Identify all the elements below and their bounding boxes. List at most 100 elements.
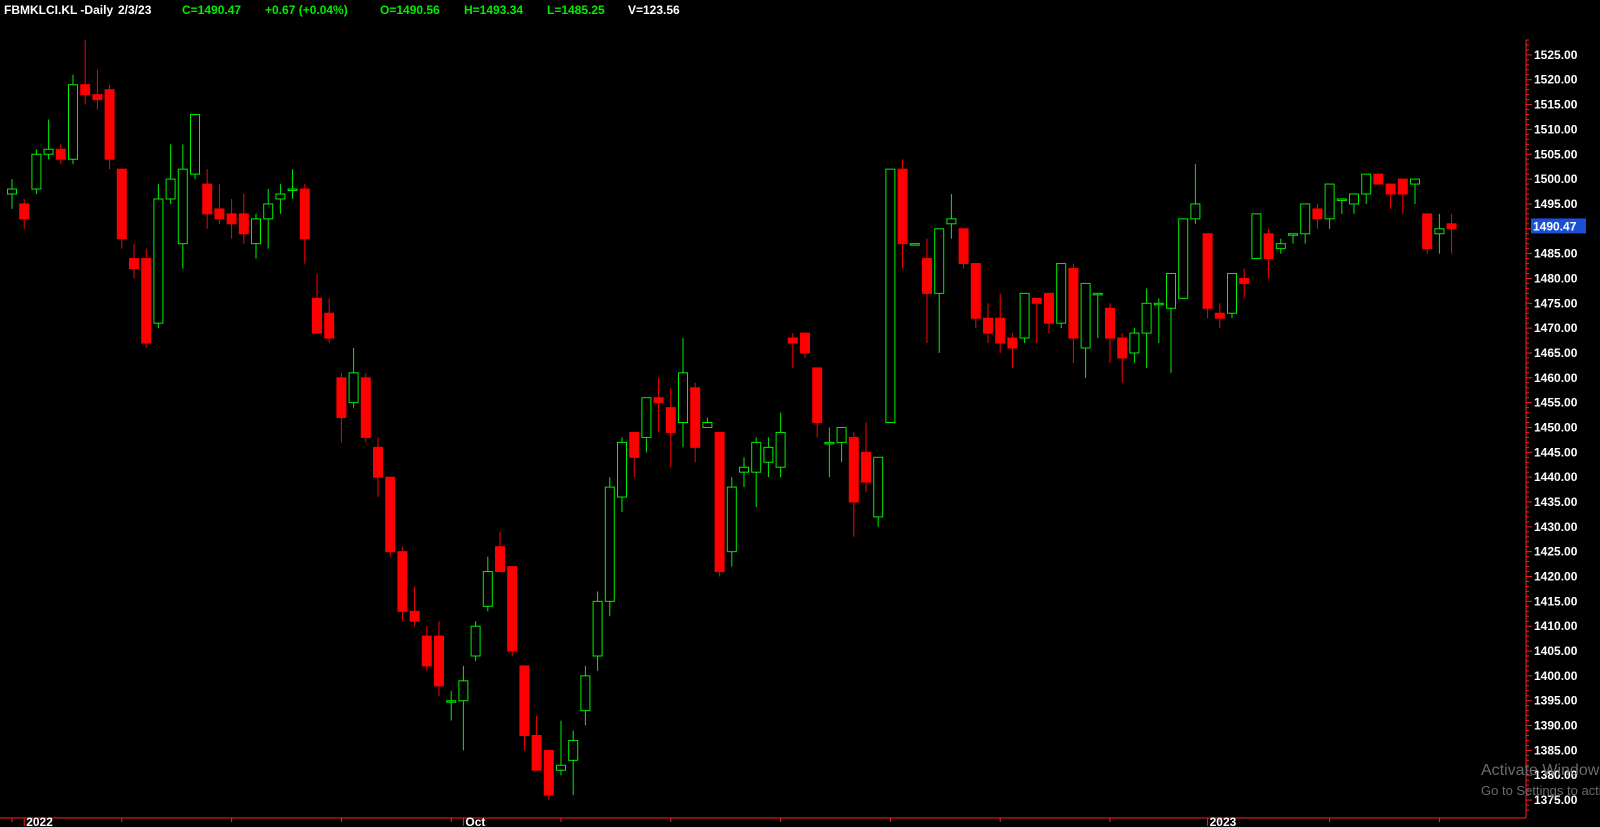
price-tick-label: 1465.00: [1534, 346, 1578, 360]
price-tick-label: 1435.00: [1534, 495, 1578, 509]
candle-body: [1178, 218, 1189, 299]
candle-body: [873, 456, 884, 518]
candle-body: [531, 734, 542, 771]
candle-body: [885, 168, 896, 424]
price-tick-label: 1515.00: [1534, 98, 1578, 112]
price-tick-label: 1400.00: [1534, 669, 1578, 683]
candle-body: [568, 739, 579, 761]
price-tick-label: 1390.00: [1534, 719, 1578, 733]
candle-body: [946, 218, 957, 225]
candle-body: [726, 486, 737, 553]
price-tick-label: 1500.00: [1534, 172, 1578, 186]
price-tick-label: 1505.00: [1534, 147, 1578, 161]
candle-body: [1324, 183, 1335, 220]
candle-body: [1105, 307, 1115, 339]
candle: [397, 546, 408, 622]
watermark-subtitle: Go to Settings to activate Windows.: [1481, 783, 1600, 798]
candle-body: [1031, 297, 1042, 304]
candle: [714, 431, 725, 577]
candle-body: [580, 675, 591, 712]
candle-body: [1044, 292, 1054, 324]
candle-body: [909, 243, 920, 246]
candle-body: [861, 451, 871, 483]
price-tick-label: 1430.00: [1534, 520, 1578, 534]
candle-body: [177, 168, 188, 245]
candle: [507, 566, 518, 656]
candle: [958, 228, 969, 269]
candle: [543, 749, 554, 801]
header-volume: V=123.56: [628, 3, 680, 17]
candle: [885, 168, 896, 424]
header-high: H=1493.34: [464, 3, 523, 17]
candle: [141, 248, 152, 348]
candle-body: [68, 84, 78, 160]
price-tick-label: 1420.00: [1534, 570, 1578, 584]
candle-body: [348, 372, 359, 404]
candle: [360, 372, 371, 443]
candle-body: [385, 476, 396, 553]
candle-body: [19, 203, 30, 220]
price-tick-label: 1445.00: [1534, 445, 1578, 459]
candle: [1056, 263, 1067, 329]
candle-body: [92, 94, 103, 101]
candle-body: [1410, 178, 1420, 185]
candle-body: [1092, 292, 1103, 296]
candle-body: [1373, 173, 1384, 185]
candle-body: [739, 466, 749, 473]
candlestick-chart[interactable]: FBMKLCI.KL -Daily 2/3/23 C=1490.47 +0.67…: [0, 0, 1600, 827]
candle-body: [1007, 337, 1018, 349]
candle-body: [397, 551, 408, 612]
candle-body: [434, 635, 444, 687]
candle-body: [1251, 213, 1262, 260]
candle: [1019, 292, 1030, 344]
candle-body: [714, 431, 725, 573]
candle: [873, 456, 884, 527]
candle-body: [775, 431, 786, 468]
candle-body: [482, 571, 493, 607]
candle: [470, 621, 481, 661]
candle-body: [1446, 223, 1457, 230]
candle-body: [848, 436, 859, 503]
price-tick-label: 1385.00: [1534, 743, 1578, 757]
candle-body: [409, 610, 420, 622]
candle-body: [129, 258, 139, 270]
candle: [909, 243, 920, 246]
candle: [104, 84, 115, 170]
price-tick-label: 1470.00: [1534, 321, 1578, 335]
price-tick-label: 1525.00: [1534, 48, 1578, 62]
candle-body: [421, 635, 432, 667]
candle-body: [836, 426, 847, 443]
candle-body: [665, 407, 676, 433]
candle-body: [446, 700, 457, 703]
price-tick-label: 1440.00: [1534, 470, 1578, 484]
time-axis-label: 2023: [1210, 815, 1237, 827]
candle-body: [1288, 233, 1298, 236]
price-tick-label: 1415.00: [1534, 594, 1578, 608]
price-tick-label: 1510.00: [1534, 122, 1578, 136]
price-tick-label: 1405.00: [1534, 644, 1578, 658]
candle: [31, 149, 42, 194]
candle-body: [751, 441, 762, 473]
candle-body: [1080, 282, 1091, 349]
candle-body: [275, 193, 286, 200]
candle-body: [1361, 173, 1372, 195]
watermark-title: Activate Windows: [1481, 762, 1600, 779]
chart-header: FBMKLCI.KL -Daily 2/3/23 C=1490.47 +0.67…: [4, 3, 680, 17]
price-tick-label: 1495.00: [1534, 197, 1578, 211]
chart-background: [0, 0, 1600, 827]
candle-body: [604, 486, 615, 602]
candle-body: [1202, 233, 1213, 309]
candle-body: [1190, 203, 1201, 220]
candle-body: [1349, 193, 1359, 205]
price-tick-label: 1485.00: [1534, 247, 1578, 261]
candle-body: [190, 114, 200, 175]
header-low: L=1485.25: [547, 3, 605, 17]
candle-body: [678, 372, 688, 424]
candle-body: [702, 422, 713, 428]
price-axis[interactable]: 1375.001380.001385.001390.001395.001400.…: [1525, 39, 1578, 818]
candle-body: [1434, 228, 1445, 235]
candle-body: [970, 263, 981, 319]
candle-body: [653, 397, 664, 404]
candle-body: [592, 600, 603, 657]
candle-body: [31, 153, 42, 190]
